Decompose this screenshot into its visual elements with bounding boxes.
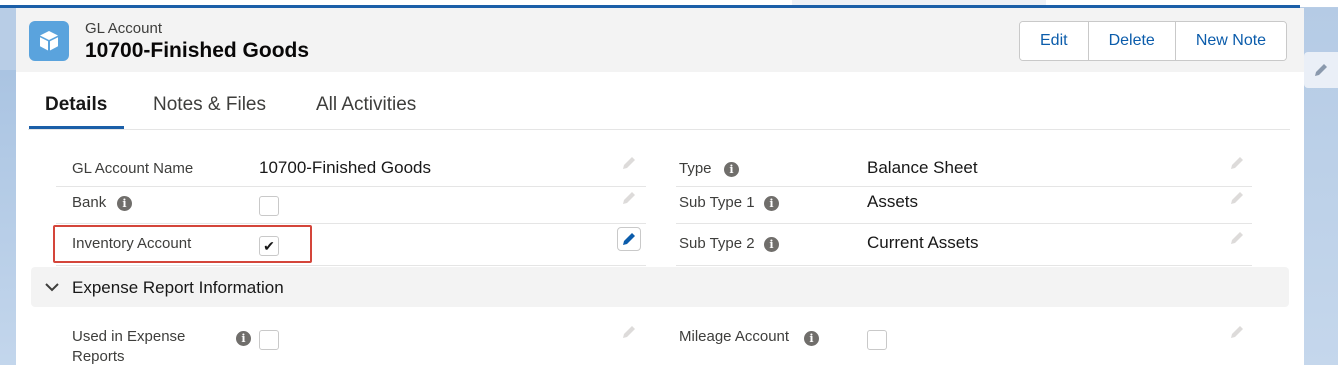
bank-checkbox[interactable] xyxy=(259,196,279,216)
field-sub-type-2: Sub Type 2 i Current Assets xyxy=(676,224,1252,266)
field-sub-type-1: Sub Type 1 i Assets xyxy=(676,186,1252,224)
action-button-group: Edit Delete New Note xyxy=(1019,21,1288,61)
pencil-icon xyxy=(1315,64,1327,76)
info-icon[interactable]: i xyxy=(804,331,819,346)
utility-panel-tab[interactable] xyxy=(1304,52,1338,88)
mileage-account-checkbox[interactable] xyxy=(867,330,887,350)
pencil-icon[interactable] xyxy=(1229,230,1245,246)
pencil-icon xyxy=(623,233,635,245)
field-value: Assets xyxy=(867,192,919,211)
pencil-icon[interactable] xyxy=(621,155,637,171)
field-label-used-in-expense: Used in Expense xyxy=(72,328,186,345)
info-icon[interactable]: i xyxy=(764,196,779,211)
field-label-mileage-account: Mileage Account xyxy=(679,328,790,345)
new-note-button[interactable]: New Note xyxy=(1175,22,1287,60)
pencil-icon[interactable] xyxy=(1229,190,1245,206)
info-icon[interactable]: i xyxy=(236,331,251,346)
edit-inventory-account-button[interactable] xyxy=(617,227,641,251)
tab-notes-files[interactable]: Notes & Files xyxy=(153,94,266,116)
field-label: GL Account Name xyxy=(72,160,194,177)
field-label-reports: Reports xyxy=(72,348,125,365)
field-value: Current Assets xyxy=(867,233,979,252)
pencil-icon[interactable] xyxy=(1229,324,1245,340)
delete-button[interactable]: Delete xyxy=(1088,22,1176,60)
object-type-label: GL Account xyxy=(85,20,162,37)
background-left xyxy=(0,70,16,365)
pencil-icon[interactable] xyxy=(621,190,637,206)
tab-details[interactable]: Details xyxy=(45,94,107,116)
record-header: GL Account 10700-Finished Goods Edit Del… xyxy=(16,8,1304,72)
used-in-expense-reports-checkbox[interactable] xyxy=(259,330,279,350)
chevron-down-icon xyxy=(45,283,59,292)
edit-button[interactable]: Edit xyxy=(1020,22,1089,60)
field-label: Sub Type 2 xyxy=(679,235,755,252)
cube-icon xyxy=(29,21,69,61)
info-icon[interactable]: i xyxy=(724,162,739,177)
field-bank: Bank i xyxy=(56,186,646,224)
field-gl-account-name: GL Account Name 10700-Finished Goods xyxy=(56,147,646,187)
field-label: Type xyxy=(679,160,712,177)
info-icon[interactable]: i xyxy=(764,237,779,252)
record-detail-card: Details Notes & Files All Activities GL … xyxy=(16,72,1304,365)
active-tab-indicator xyxy=(29,126,124,129)
field-value: Balance Sheet xyxy=(867,158,978,177)
field-value: 10700-Finished Goods xyxy=(259,158,432,177)
expense-report-section-header[interactable]: Expense Report Information xyxy=(31,267,1289,307)
record-title: 10700-Finished Goods xyxy=(85,39,310,62)
field-label: Sub Type 1 xyxy=(679,194,755,211)
tab-bar: Details Notes & Files All Activities xyxy=(28,72,1290,130)
field-type: Type i Balance Sheet xyxy=(676,147,1252,187)
info-icon[interactable]: i xyxy=(117,196,132,211)
tab-all-activities[interactable]: All Activities xyxy=(316,94,416,116)
field-label: Bank xyxy=(72,194,107,211)
section-title: Expense Report Information xyxy=(72,278,284,297)
pencil-icon[interactable] xyxy=(1229,155,1245,171)
highlight-outline xyxy=(53,225,312,263)
pencil-icon[interactable] xyxy=(621,324,637,340)
